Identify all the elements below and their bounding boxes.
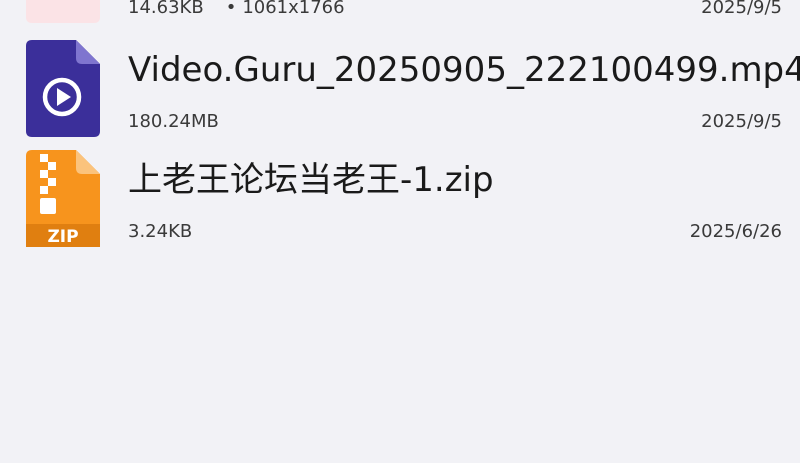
zip-icon-label: ZIP [47, 227, 78, 247]
image-file-icon [26, 0, 100, 23]
file-meta: 3.24KB [128, 220, 192, 244]
file-meta: 180.24MB [128, 110, 219, 134]
file-size: 180.24MB [128, 111, 219, 132]
file-meta: 14.63KB • 1061x1766 [128, 0, 345, 20]
image-dimensions: 1061x1766 [242, 0, 345, 18]
video-file-icon [26, 40, 100, 137]
separator-dot: • [225, 0, 237, 18]
file-name: 上老王论坛当老王-1.zip [128, 160, 494, 200]
file-row[interactable]: ZIP 上老王论坛当老王-1.zip 3.24KB 2025/6/26 [0, 140, 800, 248]
file-date: 2025/6/26 [689, 221, 782, 242]
file-list: 14.63KB • 1061x1766 2025/9/5 Video.Guru_20… [0, 0, 800, 463]
file-name: Video.Guru_20250905_222100499.mp4 [128, 50, 800, 90]
file-size: 3.24KB [128, 221, 193, 242]
file-date: 2025/9/5 [701, 111, 782, 132]
file-row[interactable]: 14.63KB • 1061x1766 2025/9/5 [0, 0, 800, 24]
file-size: 14.63KB [128, 0, 204, 18]
file-row[interactable]: Video.Guru_20250905_222100499.mp4 180.24… [0, 30, 800, 138]
zip-file-icon: ZIP [26, 150, 100, 247]
file-date: 2025/9/5 [701, 0, 782, 18]
